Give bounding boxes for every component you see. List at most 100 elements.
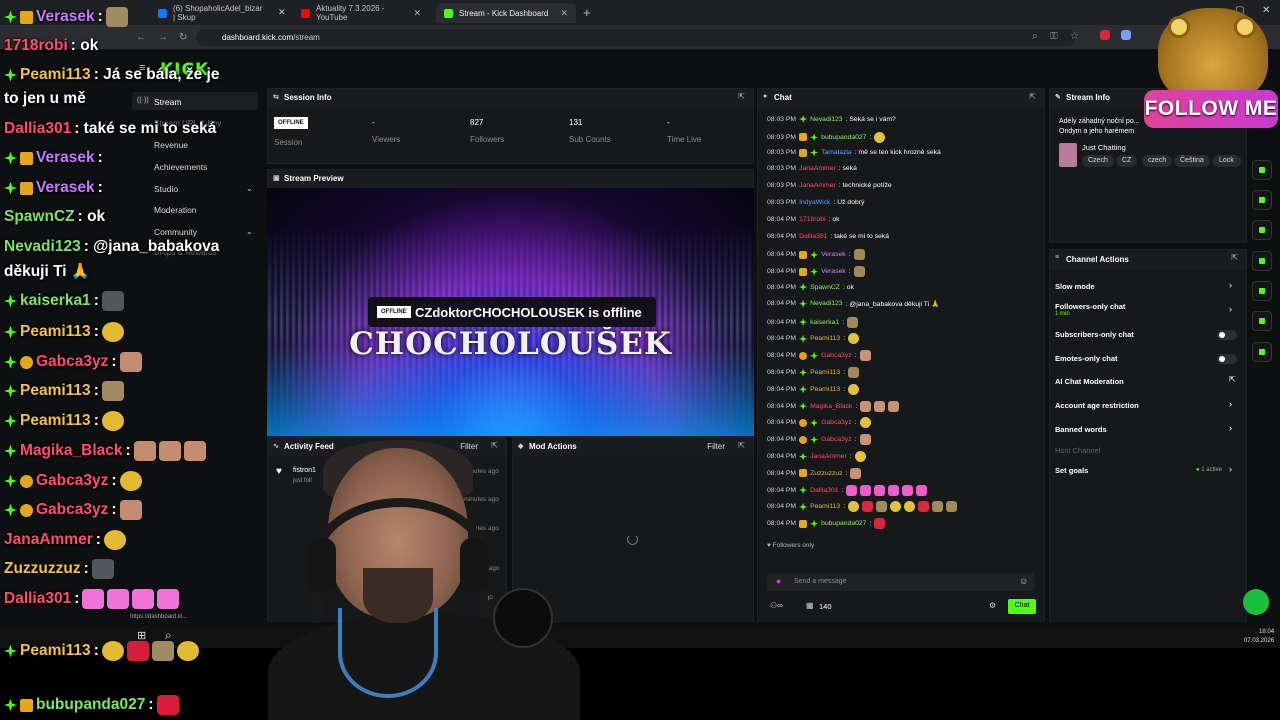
chevron-down-icon[interactable]: ⌄ [246, 227, 253, 236]
rail-tool-icon[interactable] [1252, 160, 1272, 180]
chat-username[interactable]: IndyaWick [799, 199, 830, 206]
chat-username[interactable]: bubupanda027 [821, 134, 866, 141]
chat-username[interactable]: Peami113 [810, 503, 840, 510]
panel-header: ⇆ Session Info ⇱ [268, 89, 753, 107]
forward-icon[interactable]: → [158, 32, 168, 43]
users-icon[interactable]: ⚇∞ [770, 601, 783, 610]
popout-icon[interactable]: ⇱ [738, 441, 745, 450]
browser-tab[interactable]: (6) ShopaholicAdel_bizar | Skup [150, 3, 272, 23]
chat-username[interactable]: Gabca3yz [821, 419, 852, 426]
action-emotes-only[interactable]: Emotes-only chat [1055, 354, 1118, 363]
chat-username[interactable]: Gabca3yz [821, 352, 852, 359]
subscribers-only-toggle[interactable] [1217, 330, 1237, 340]
close-tab-icon[interactable]: ✕ [278, 7, 286, 18]
back-icon[interactable]: ← [136, 32, 146, 43]
close-tab-icon[interactable]: ✕ [413, 8, 421, 19]
emote-icon [119, 352, 142, 372]
chat-username[interactable]: Nevadi123 [810, 116, 843, 123]
chat-username[interactable]: Verasek [821, 268, 846, 275]
key-icon[interactable]: ⚿ [1050, 31, 1058, 42]
popout-icon[interactable]: ⇱ [1029, 92, 1036, 101]
list-icon: ≡ [1055, 254, 1060, 261]
external-link-icon[interactable]: ⇱ [1229, 375, 1236, 384]
sidebar-item-stream[interactable]: Stream [154, 97, 181, 107]
search-icon[interactable]: ⌕ [1032, 31, 1038, 42]
tab-label: Aktuality 7.3.2026 - YouTube [316, 4, 385, 22]
extension-icon[interactable] [1121, 30, 1131, 40]
chevron-down-icon[interactable]: ⌄ [246, 184, 253, 193]
sidebar-item-studio[interactable]: Studio [154, 184, 178, 194]
browser-tab[interactable]: Aktuality 7.3.2026 - YouTube ✕ [293, 3, 429, 23]
action-set-goals[interactable]: Set goals [1055, 466, 1088, 475]
chevron-right-icon[interactable]: › [1229, 464, 1232, 474]
action-ai-moderation[interactable]: AI Chat Moderation [1055, 377, 1124, 386]
sidebar-item-achievements[interactable]: Achievements [154, 162, 207, 172]
chat-username[interactable]: JanaAmmer [810, 453, 847, 460]
rail-wrench-icon[interactable] [1252, 342, 1272, 362]
chat-username[interactable]: Dallia301 [810, 487, 838, 494]
emotes-only-toggle[interactable] [1217, 354, 1237, 364]
close-tab-icon[interactable]: ✕ [560, 8, 568, 19]
filter-button[interactable]: Filter [707, 442, 725, 451]
emote-icon [859, 417, 871, 429]
chat-text: : [869, 133, 872, 141]
help-chat-button-icon[interactable] [1243, 589, 1269, 615]
action-subscribers-only[interactable]: Subscribers-only chat [1055, 330, 1134, 339]
popout-icon[interactable]: ⇱ [1231, 253, 1238, 262]
rail-list-icon[interactable] [1252, 311, 1272, 331]
chevron-right-icon[interactable]: › [1229, 399, 1232, 409]
chat-username[interactable]: Dallia301 [799, 233, 827, 240]
emote-icon [105, 7, 128, 27]
gift-badge-icon [799, 115, 808, 123]
popout-icon[interactable]: ⇱ [738, 92, 745, 101]
browser-tab-active[interactable]: Stream - Kick Dashboard ✕ [436, 3, 576, 23]
overlay-chat-line: Verasek: [4, 7, 128, 27]
address-bar[interactable]: dashboard.kick.com/stream [196, 29, 1076, 46]
rail-link-icon[interactable] [1252, 281, 1272, 301]
chevron-right-icon[interactable]: › [1229, 423, 1232, 433]
sidebar-item-community[interactable]: Community [154, 227, 197, 237]
loading-spinner-icon [627, 534, 638, 545]
action-followers-only[interactable]: Followers-only chat [1055, 302, 1125, 311]
chat-username[interactable]: Zuzzuzzuz [810, 470, 842, 477]
chat-username[interactable]: Peami113 [810, 335, 840, 342]
reload-icon[interactable]: ↻ [179, 32, 187, 43]
chat-username[interactable]: Peami113 [810, 369, 840, 376]
frog-mascot-icon [1158, 8, 1268, 103]
viewer-count: 140 [819, 602, 832, 611]
rail-document-icon[interactable] [1252, 220, 1272, 240]
action-account-age[interactable]: Account age restriction [1055, 401, 1139, 410]
action-banned-words[interactable]: Banned words [1055, 425, 1107, 434]
chevron-right-icon[interactable]: › [1229, 280, 1232, 290]
overlay-message: : [93, 292, 99, 309]
close-window-icon[interactable]: ✕ [1262, 5, 1270, 16]
chat-username[interactable]: bubupanda027 [821, 520, 866, 527]
chat-username[interactable]: SpawnCZ [810, 284, 840, 291]
chat-input[interactable]: Send a message [767, 573, 1035, 591]
chat-username[interactable]: JanaAmmer [799, 182, 836, 189]
mic-icon[interactable]: ● [776, 576, 781, 586]
chat-username[interactable]: Gabca3yz [821, 436, 852, 443]
time-live-value: - [667, 118, 670, 127]
chat-username[interactable]: Nevadi123 [810, 300, 843, 307]
extension-icon[interactable] [1100, 30, 1110, 40]
sidebar-item-moderation[interactable]: Moderation [154, 205, 197, 215]
chat-username[interactable]: 1718robi [799, 216, 825, 223]
bookmark-star-icon[interactable]: ☆ [1070, 31, 1079, 42]
chat-username[interactable]: kaiserka1 [810, 319, 839, 326]
send-chat-button[interactable]: Chat [1008, 599, 1036, 614]
rail-chat-icon[interactable] [1252, 251, 1272, 271]
emoji-icon[interactable]: ☺ [1019, 576, 1028, 586]
chat-username[interactable]: Magika_Black [810, 403, 852, 410]
chat-username[interactable]: JanaAmmer [799, 165, 836, 172]
action-slow-mode[interactable]: Slow mode [1055, 282, 1095, 291]
sidebar-item-revenue[interactable]: Revenue [154, 140, 188, 150]
chevron-right-icon[interactable]: › [1229, 304, 1232, 314]
chat-username[interactable]: Verasek [821, 251, 846, 258]
new-tab-icon[interactable]: + [583, 5, 591, 20]
gear-icon[interactable]: ⚙ [989, 601, 996, 610]
chat-username[interactable]: Peami113 [810, 386, 840, 393]
category-name[interactable]: Just Chatting [1082, 143, 1126, 152]
chat-username[interactable]: Tamalazia [821, 149, 852, 156]
rail-lightning-icon[interactable] [1252, 190, 1272, 210]
